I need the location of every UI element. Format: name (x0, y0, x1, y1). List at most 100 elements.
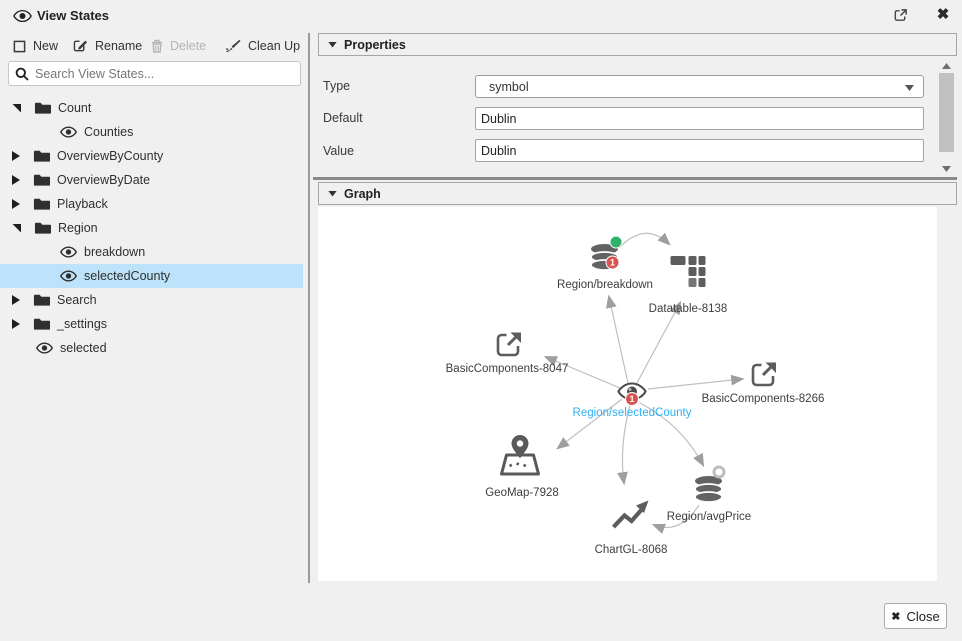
folder-icon (33, 317, 50, 331)
tree-item-label: breakdown (84, 245, 145, 259)
tree-row-search[interactable]: Search (0, 288, 303, 312)
tree-item-label: OverviewByDate (57, 173, 150, 187)
collapse-caret-icon (328, 42, 337, 48)
trash-icon (151, 39, 163, 53)
folder-icon (33, 293, 50, 307)
external-link-icon (750, 360, 779, 389)
expand-window-icon[interactable] (893, 8, 909, 24)
tree-row-count[interactable]: Count (0, 96, 303, 120)
tree-item-label: Search (57, 293, 97, 307)
tree-item-label: OverviewByCounty (57, 149, 163, 163)
graph-node-label[interactable]: BasicComponents-8266 (702, 393, 825, 405)
graph-node-region-avgprice[interactable] (694, 476, 725, 509)
expander-open-icon[interactable] (12, 104, 21, 113)
search-icon (15, 67, 29, 81)
graph-node-basiccomponents-8047[interactable] (495, 330, 524, 364)
external-link-icon (495, 330, 524, 359)
tree-row-breakdown[interactable]: breakdown (0, 240, 303, 264)
graph-section-title: Graph (344, 187, 381, 201)
horizontal-splitter[interactable] (313, 177, 957, 180)
graph-node-label[interactable]: ChartGL-8068 (595, 544, 668, 556)
expander-closed-icon[interactable] (12, 175, 20, 185)
graph-section-header[interactable]: Graph (318, 182, 957, 205)
type-dropdown[interactable]: symbol (475, 75, 924, 98)
scroll-up-icon[interactable] (942, 63, 951, 69)
database-icon (694, 476, 725, 504)
delete-button[interactable]: Delete (151, 34, 206, 58)
graph-node-label-active[interactable]: Region/selectedCounty (573, 407, 692, 419)
tree-item-label: selectedCounty (84, 269, 170, 283)
scroll-down-icon[interactable] (942, 166, 951, 172)
graph-node-label[interactable]: Region/avgPrice (667, 511, 751, 523)
folder-icon (34, 221, 51, 235)
close-window-icon[interactable]: ✖ (933, 5, 953, 25)
expander-closed-icon[interactable] (12, 199, 20, 209)
new-button[interactable]: New (13, 34, 58, 58)
vertical-splitter[interactable] (308, 33, 310, 583)
tree-row-overviewbycounty[interactable]: OverviewByCounty (0, 144, 303, 168)
expander-closed-icon[interactable] (12, 295, 20, 305)
view-states-toolbar: New Rename Delete Clean Up (0, 34, 303, 58)
green-status-dot (610, 236, 623, 249)
value-field-label: Value (323, 144, 354, 158)
graph-node-chartgl-8068[interactable] (612, 499, 651, 535)
tree-item-label: Count (58, 101, 91, 115)
scrollbar-thumb[interactable] (939, 73, 954, 152)
broom-icon (225, 39, 241, 53)
gray-status-ring (713, 466, 726, 479)
close-button[interactable]: ✖ Close (884, 603, 947, 629)
graph-canvas[interactable]: 1 Region/breakdown Datatable-8138 (318, 207, 937, 581)
expander-closed-icon[interactable] (12, 151, 20, 161)
value-field[interactable] (475, 139, 924, 162)
graph-node-region-breakdown[interactable]: 1 (590, 244, 621, 277)
clean-up-button[interactable]: Clean Up (225, 34, 300, 58)
tree-row-playback[interactable]: Playback (0, 192, 303, 216)
tree-row-settings[interactable]: _settings (0, 312, 303, 336)
graph-node-basiccomponents-8266[interactable] (750, 360, 779, 394)
chevron-down-icon (905, 85, 914, 91)
graph-node-geomap-7928[interactable] (498, 433, 543, 483)
tree-row-selectedcounty[interactable]: selectedCounty (0, 264, 303, 288)
folder-icon (34, 101, 51, 115)
rename-pencil-icon (73, 39, 88, 53)
default-field[interactable] (475, 107, 924, 130)
graph-node-label[interactable]: Region/breakdown (557, 279, 653, 291)
properties-section-title: Properties (344, 38, 406, 52)
tree-row-overviewbydate[interactable]: OverviewByDate (0, 168, 303, 192)
notification-badge: 1 (606, 256, 620, 270)
graph-node-datatable-8138[interactable] (670, 254, 707, 296)
tree-item-label: Playback (57, 197, 108, 211)
tree-row-selected[interactable]: selected (0, 336, 303, 360)
eye-icon (36, 342, 53, 354)
view-states-dialog: View States ✖ New Rename Delete Clean Up (0, 0, 962, 641)
properties-section-header[interactable]: Properties (318, 33, 957, 56)
expander-closed-icon[interactable] (12, 319, 20, 329)
tree-item-label: _settings (57, 317, 107, 331)
properties-scrollbar[interactable] (938, 60, 955, 175)
expander-open-icon[interactable] (12, 224, 21, 233)
close-button-label: Close (906, 609, 939, 624)
folder-icon (33, 197, 50, 211)
clean-up-button-label: Clean Up (248, 39, 300, 53)
search-input[interactable] (35, 67, 294, 81)
new-square-icon (13, 40, 26, 53)
close-x-icon: ✖ (891, 610, 900, 623)
delete-button-label: Delete (170, 39, 206, 53)
eye-icon (60, 270, 77, 282)
notification-badge: 1 (625, 392, 639, 406)
graph-node-label[interactable]: BasicComponents-8047 (446, 363, 569, 375)
folder-icon (33, 173, 50, 187)
tree-row-counties[interactable]: Counties (0, 120, 303, 144)
type-field-label: Type (323, 79, 350, 93)
graph-node-label[interactable]: GeoMap-7928 (485, 487, 559, 499)
collapse-caret-icon (328, 191, 337, 197)
graph-node-label[interactable]: Datatable-8138 (649, 303, 728, 315)
rename-button[interactable]: Rename (73, 34, 142, 58)
tree-row-region[interactable]: Region (0, 216, 303, 240)
title-bar: View States ✖ (0, 0, 962, 30)
search-box (8, 61, 301, 86)
view-states-tree: Count Counties OverviewByCounty Overview… (0, 96, 303, 360)
tree-item-label: selected (60, 341, 107, 355)
window-title: View States (37, 8, 109, 23)
graph-node-region-selectedcounty[interactable]: 1 (617, 382, 647, 406)
